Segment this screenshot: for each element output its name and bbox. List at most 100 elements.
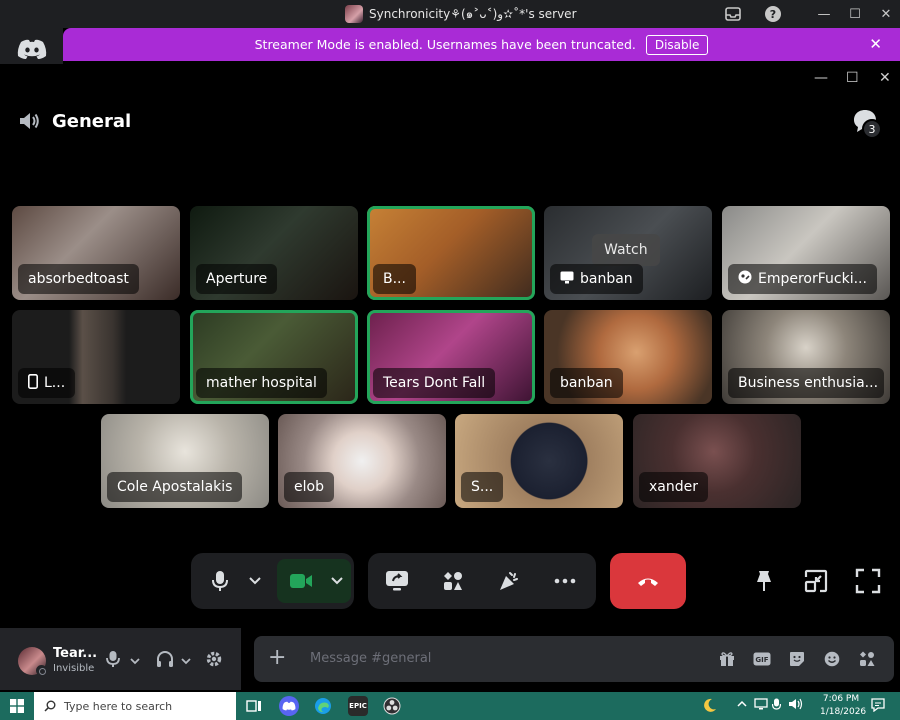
svg-text:?: ? [770, 8, 776, 21]
video-tile-speaking[interactable]: B... [367, 206, 535, 300]
participant-name: xander [649, 479, 698, 495]
discord-logo-icon[interactable] [17, 38, 47, 60]
mic-settings-chevron[interactable] [130, 653, 140, 669]
participants-button[interactable]: 3 [852, 108, 886, 139]
participant-name: absorbedtoast [28, 271, 129, 287]
inbox-icon[interactable] [723, 4, 743, 24]
close-icon[interactable]: ✕ [876, 4, 896, 24]
chevron-down-icon [130, 658, 140, 665]
help-icon[interactable]: ? [763, 4, 783, 24]
activity-icon [738, 270, 752, 288]
av-controls [191, 553, 354, 609]
tile-label: EmperorFucki... [728, 264, 877, 294]
night-light-icon[interactable] [702, 697, 718, 716]
notifications-icon[interactable] [871, 698, 885, 715]
soundboard-button[interactable] [494, 553, 524, 609]
watch-stream-button[interactable]: Watch [592, 234, 660, 266]
banner-text: Streamer Mode is enabled. Usernames have… [254, 37, 636, 52]
minimize-icon[interactable]: — [814, 4, 834, 24]
participant-name: Business enthusia... [738, 375, 879, 391]
tile-label: absorbedtoast [18, 264, 139, 294]
tile-label: elob [284, 472, 334, 502]
tray-microphone-icon[interactable] [771, 698, 782, 715]
emoji-icon[interactable] [823, 650, 841, 668]
gif-icon[interactable]: GIF [753, 650, 771, 668]
audio-settings-chevron[interactable] [181, 653, 191, 669]
tray-expand-icon[interactable] [737, 698, 747, 711]
edge-browser-icon[interactable] [313, 696, 333, 716]
share-screen-button[interactable] [382, 553, 412, 609]
mic-options-button[interactable] [243, 553, 267, 609]
user-status: Invisible [53, 663, 95, 674]
epic-games-label: EPIC [349, 702, 367, 710]
video-tile[interactable]: EmperorFucki... [722, 206, 890, 300]
video-tile[interactable]: Aperture [190, 206, 358, 300]
pin-icon [757, 571, 771, 591]
tile-label: banban [550, 264, 643, 294]
fullscreen-button[interactable] [855, 568, 881, 594]
gift-icon[interactable] [718, 650, 736, 668]
task-view-icon[interactable] [244, 696, 264, 716]
user-settings-button[interactable] [205, 650, 223, 672]
hang-up-phone-icon [638, 578, 658, 586]
video-tile[interactable]: S... [455, 414, 623, 508]
video-tile-speaking[interactable]: mather hospital [190, 310, 358, 404]
system-clock[interactable]: 7:06 PM 1/18/2026 [820, 693, 867, 719]
sticker-icon[interactable] [788, 650, 806, 668]
pop-out-icon [804, 569, 828, 593]
maximize-icon[interactable]: ☐ [845, 4, 865, 24]
obs-icon[interactable] [382, 696, 402, 716]
camera-options-button[interactable] [325, 553, 349, 609]
video-tile[interactable]: Watch banban [544, 206, 712, 300]
screen-share-icon [386, 571, 408, 591]
video-tile[interactable]: L... [12, 310, 180, 404]
apps-icon[interactable] [858, 650, 876, 668]
pin-button[interactable] [751, 568, 777, 594]
windows-start-button[interactable] [0, 692, 34, 720]
more-options-button[interactable] [550, 553, 580, 609]
mute-button[interactable] [106, 650, 120, 672]
headphones-icon [157, 651, 173, 667]
tile-label: Cole Apostalakis [107, 472, 243, 502]
deafen-button[interactable] [156, 650, 174, 672]
epic-games-icon[interactable]: EPIC [348, 696, 368, 716]
video-tile[interactable]: xander [633, 414, 801, 508]
discord-taskbar-icon[interactable] [279, 696, 299, 716]
windows-logo-icon [10, 699, 24, 713]
volume-icon[interactable] [788, 698, 804, 713]
tile-label: Tears Dont Fall [373, 368, 496, 398]
video-tile[interactable]: absorbedtoast [12, 206, 180, 300]
participant-name: B... [383, 271, 406, 287]
camera-button[interactable] [285, 553, 317, 609]
banner-close-icon[interactable]: ✕ [869, 35, 882, 53]
call-maximize-icon[interactable]: ☐ [846, 70, 859, 86]
activities-button[interactable] [438, 553, 468, 609]
tile-label: Aperture [196, 264, 278, 294]
microphone-button[interactable] [205, 553, 235, 609]
video-tile[interactable]: elob [278, 414, 446, 508]
video-tile[interactable]: banban [544, 310, 712, 404]
video-tile-speaking[interactable]: Tears Dont Fall [367, 310, 535, 404]
disconnect-button[interactable] [610, 553, 686, 609]
more-dots-icon [554, 578, 576, 584]
avatar[interactable] [18, 647, 47, 676]
participant-name: banban [580, 271, 633, 287]
channel-header: General [18, 108, 131, 134]
call-close-icon[interactable]: ✕ [879, 70, 891, 86]
call-minimize-icon[interactable]: — [814, 70, 828, 86]
microphone-icon [106, 651, 120, 667]
taskbar-search-box[interactable]: Type here to search [34, 692, 236, 720]
title-bar: Synchronicity⚘(๑˃ᴗ˂)ﻭ✫˚*'s server ? — ☐ … [0, 0, 900, 28]
message-input[interactable]: Message #general [310, 651, 431, 666]
video-tile[interactable]: Business enthusia... [722, 310, 890, 404]
chevron-down-icon [249, 577, 261, 585]
pop-out-button[interactable] [803, 568, 829, 594]
attach-plus-icon[interactable]: + [268, 646, 286, 670]
username[interactable]: Tear... [53, 646, 97, 661]
participant-name: EmperorFucki... [758, 271, 867, 287]
disable-button[interactable]: Disable [645, 34, 709, 55]
video-tile[interactable]: Cole Apostalakis [101, 414, 269, 508]
clock-date: 1/18/2026 [820, 707, 867, 717]
participant-name: elob [294, 479, 324, 495]
network-icon[interactable] [754, 698, 768, 713]
